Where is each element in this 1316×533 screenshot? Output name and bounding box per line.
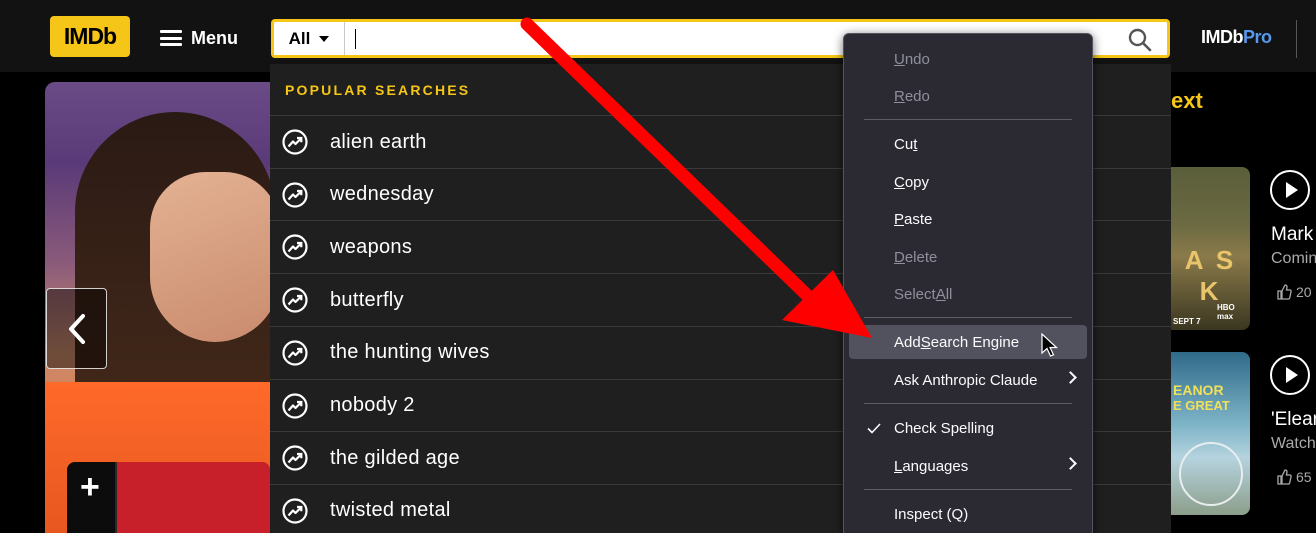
menu-item-ask-claude[interactable]: Ask Anthropic Claude	[849, 363, 1087, 397]
chevron-left-icon	[68, 313, 85, 344]
hero-figure-face	[150, 172, 280, 342]
menu-item-languages[interactable]: Languages	[849, 449, 1087, 483]
trending-icon	[282, 234, 308, 260]
menu-item-paste[interactable]: Paste	[849, 202, 1087, 236]
poster-title-text: EANOR	[1173, 382, 1224, 398]
popular-search-label: weapons	[330, 235, 413, 258]
mouse-cursor-icon	[1041, 333, 1059, 357]
search-icon[interactable]	[1127, 27, 1153, 53]
menu-separator	[864, 489, 1072, 490]
menu-button[interactable]: Menu	[160, 24, 238, 52]
carousel-prev-button[interactable]	[46, 288, 107, 369]
trending-icon	[282, 129, 308, 155]
trending-icon	[282, 392, 308, 419]
menu-separator	[864, 119, 1072, 120]
menu-label: Menu	[191, 27, 238, 48]
menu-item-check-spelling[interactable]: Check Spelling	[849, 411, 1087, 445]
checkmark-icon	[867, 423, 881, 434]
up-next-poster[interactable]: EANOR E GREAT	[1171, 352, 1250, 515]
featured-poster[interactable]: +	[67, 462, 270, 533]
poster-date-text: SEPT 7	[1173, 317, 1201, 326]
menu-item-cut[interactable]: Cu t	[849, 127, 1087, 161]
menu-separator	[864, 403, 1072, 404]
popular-search-label: nobody 2	[330, 394, 415, 416]
up-next-poster[interactable]: A S K SEPT 7 HBO max	[1171, 167, 1250, 330]
up-next-subtitle: Comin	[1271, 250, 1316, 267]
menu-item-inspect[interactable]: Inspect (Q)	[849, 497, 1087, 531]
poster-title-text: A S K	[1184, 245, 1237, 306]
up-next-subtitle: Watch	[1271, 435, 1316, 452]
menu-item-redo[interactable]: Redo	[849, 79, 1087, 113]
hamburger-icon	[160, 30, 182, 46]
likes-count: 65	[1276, 469, 1312, 485]
up-next-title[interactable]: Mark	[1271, 224, 1313, 246]
poster-ferris-wheel	[1179, 442, 1243, 506]
popular-search-label: the hunting wives	[330, 341, 490, 364]
popular-search-label: wednesday	[330, 183, 434, 206]
imdbpro-prefix: IMDb	[1201, 27, 1244, 47]
trending-icon	[282, 340, 308, 366]
popular-searches-heading: POPULAR SEARCHES	[285, 82, 471, 98]
search-scope-label: All	[288, 28, 311, 48]
site-header: IMDb Menu All IMDbPro	[0, 0, 1316, 72]
play-icon[interactable]	[1270, 170, 1310, 210]
popular-search-label: butterfly	[330, 288, 404, 311]
header-divider	[1296, 20, 1297, 58]
plus-icon: +	[80, 468, 100, 506]
chevron-right-icon	[1064, 457, 1077, 470]
search-scope-select[interactable]: All	[274, 22, 345, 55]
up-next-title[interactable]: 'Elear	[1271, 409, 1316, 431]
trending-icon	[282, 498, 308, 524]
menu-item-copy[interactable]: Copy	[849, 165, 1087, 199]
imdb-logo[interactable]: IMDb	[50, 16, 130, 57]
menu-separator	[864, 317, 1072, 318]
text-cursor	[355, 29, 356, 49]
popular-search-label: alien earth	[330, 130, 427, 153]
trending-icon	[282, 287, 308, 313]
imdbpro-link[interactable]: IMDbPro	[1201, 27, 1272, 48]
imdb-page: IMDb Menu All IMDbPro + ext A S K SEPT 7…	[0, 0, 1316, 533]
poster-art	[117, 462, 270, 533]
up-next-card[interactable]: A S K SEPT 7 HBO max Mark Comin 20	[1171, 167, 1316, 330]
chevron-right-icon	[1064, 371, 1077, 384]
play-icon[interactable]	[1270, 355, 1310, 395]
trending-icon	[282, 182, 308, 208]
likes-value: 65	[1296, 469, 1312, 485]
thumbs-up-icon	[1277, 469, 1292, 485]
menu-item-delete[interactable]: Delete	[849, 240, 1087, 274]
menu-item-undo[interactable]: Undo	[849, 42, 1087, 76]
poster-brand-text: HBO max	[1217, 303, 1235, 321]
up-next-heading: ext	[1171, 88, 1203, 113]
likes-count: 20	[1276, 284, 1312, 300]
trending-icon	[282, 445, 308, 471]
likes-value: 20	[1296, 284, 1312, 300]
up-next-card[interactable]: EANOR E GREAT 'Elear Watch 65	[1171, 352, 1316, 515]
menu-item-select-all[interactable]: Select All	[849, 277, 1087, 311]
popular-search-label: twisted metal	[330, 499, 451, 522]
caret-down-icon	[319, 35, 330, 42]
popular-search-label: the gilded age	[330, 446, 460, 469]
poster-title-text-2: E GREAT	[1173, 398, 1230, 413]
imdbpro-suffix: Pro	[1243, 27, 1272, 47]
thumbs-up-icon	[1277, 284, 1292, 300]
context-menu: Undo Redo Cu t Copy Paste Delete Select A…	[843, 33, 1093, 533]
